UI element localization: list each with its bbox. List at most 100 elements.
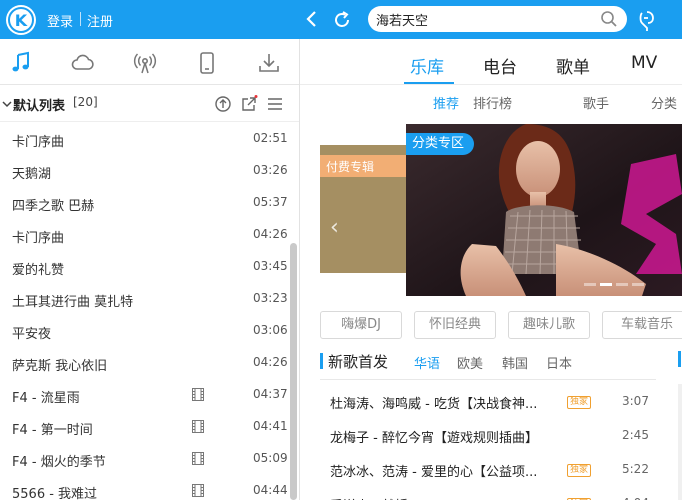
share-icon[interactable] — [240, 95, 258, 117]
song-row[interactable]: 卡门序曲 02:51 — [0, 123, 288, 155]
scrollbar-thumb[interactable] — [290, 243, 297, 500]
music-note-icon[interactable] — [9, 51, 33, 75]
song-row[interactable]: 四季之歌 巴赫 05:37 — [0, 187, 288, 219]
subtab-charts[interactable]: 排行榜 — [473, 93, 512, 112]
song-duration: 03:45 — [253, 259, 288, 273]
new-song-duration: 3:07 — [622, 394, 649, 408]
region-japanese[interactable]: 日本 — [546, 353, 572, 372]
new-song-row[interactable]: 杜海涛、海鸣威 - 吃货【决战食神... 独家 3:07 — [320, 384, 656, 418]
new-song-name: 乔洋尘 - 就婚 — [330, 495, 408, 500]
divider — [300, 84, 682, 85]
carousel-dot[interactable] — [584, 283, 596, 286]
exclusive-badge: 独家 — [567, 396, 592, 409]
chevron-down-icon[interactable] — [2, 98, 12, 113]
tab-mv[interactable]: MV — [631, 53, 657, 73]
subtab-recommend[interactable]: 推荐 — [433, 93, 459, 112]
song-name: 萨克斯 我心依旧 — [12, 359, 108, 374]
exclusive-badge: 独家 — [567, 464, 592, 477]
back-arrow-icon[interactable] — [302, 9, 322, 33]
divider — [320, 379, 656, 380]
subtab-singers[interactable]: 歌手 — [583, 93, 609, 112]
mv-film-icon[interactable] — [192, 420, 204, 437]
song-duration: 03:23 — [253, 291, 288, 305]
region-korean[interactable]: 韩国 — [502, 353, 528, 372]
device-icon[interactable] — [195, 51, 219, 75]
song-row[interactable]: 平安夜 03:06 — [0, 315, 288, 347]
mv-film-icon[interactable] — [192, 484, 204, 500]
new-song-row[interactable]: 龙梅子 - 醉忆今宵【遊戏规则插曲】 2:45 — [320, 418, 656, 452]
song-row[interactable]: 天鹅湖 03:26 — [0, 155, 288, 187]
top-bar: K 登录 注册 — [0, 0, 682, 39]
divider — [80, 12, 81, 26]
song-duration: 02:51 — [253, 131, 288, 145]
song-duration: 04:44 — [253, 483, 288, 497]
chip-dj[interactable]: 嗨爆DJ — [320, 311, 402, 339]
banner-paid-album[interactable]: 付费专辑 ‹ — [320, 145, 406, 273]
new-song-row[interactable]: 范冰冰、范涛 - 爱里的心【公益项... 独家 5:22 — [320, 452, 656, 486]
search-icon[interactable] — [600, 10, 618, 32]
song-row[interactable]: 爱的礼赞 03:45 — [0, 251, 288, 283]
menu-icon[interactable] — [266, 95, 284, 117]
song-name: 爱的礼赞 — [12, 263, 65, 278]
song-row[interactable]: F4 - 烟火的季节 05:09 — [0, 443, 288, 475]
new-song-name: 杜海涛、海鸣威 - 吃货【决战食神... — [330, 397, 538, 412]
song-name: 5566 - 我难过 — [12, 487, 98, 500]
song-row[interactable]: 卡门序曲 04:26 — [0, 219, 288, 251]
new-song-name: 范冰冰、范涛 - 爱里的心【公益项... — [330, 465, 538, 480]
song-name: 卡门序曲 — [12, 231, 65, 246]
region-western[interactable]: 欧美 — [457, 353, 483, 372]
kugou-logo[interactable]: K — [6, 5, 36, 35]
new-song-row[interactable]: 乔洋尘 - 就婚独家4:04 — [320, 486, 656, 500]
subtab-categories[interactable]: 分类 — [651, 93, 677, 112]
register-link[interactable]: 注册 — [87, 11, 113, 30]
mv-film-icon[interactable] — [192, 388, 204, 405]
song-name: 土耳其进行曲 莫扎特 — [12, 295, 134, 310]
search-input[interactable] — [376, 10, 596, 28]
banner-category-tag: 分类专区 — [406, 133, 475, 155]
locate-icon[interactable] — [214, 95, 232, 117]
scrollbar[interactable] — [288, 123, 299, 500]
voice-search-icon[interactable] — [636, 8, 658, 36]
refresh-icon[interactable] — [331, 9, 353, 35]
list-count: [20] — [73, 95, 98, 109]
song-duration: 04:26 — [253, 227, 288, 241]
song-duration: 03:06 — [253, 323, 288, 337]
radio-icon[interactable] — [133, 51, 157, 75]
cloud-icon[interactable] — [71, 51, 95, 75]
song-row[interactable]: 5566 - 我难过 04:44 — [0, 475, 288, 500]
section-marker — [678, 351, 681, 367]
main-panel: 乐库 电台 歌单 MV 推荐 排行榜 歌手 分类 付费专辑 ‹ 分类专区 嗨爆D… — [300, 39, 682, 500]
song-duration: 04:37 — [253, 387, 288, 401]
new-song-name: 龙梅子 - 醉忆今宵【遊戏规则插曲】 — [330, 431, 538, 446]
tab-playlists[interactable]: 歌单 — [556, 53, 590, 78]
song-row[interactable]: 土耳其进行曲 莫扎特 03:23 — [0, 283, 288, 315]
new-song-duration: 4:04 — [622, 496, 649, 500]
left-tab-bar — [0, 39, 299, 85]
region-chinese[interactable]: 华语 — [414, 353, 440, 372]
song-name: 四季之歌 巴赫 — [12, 199, 95, 214]
carousel-dot[interactable] — [616, 283, 628, 286]
song-list: 卡门序曲 02:51 天鹅湖 03:26 四季之歌 巴赫 05:37 卡门序曲 04:26 爱的… — [0, 123, 288, 500]
carousel-dot[interactable] — [632, 283, 644, 286]
download-icon[interactable] — [257, 51, 281, 75]
chip-classic[interactable]: 怀旧经典 — [414, 311, 496, 339]
new-song-duration: 2:45 — [622, 428, 649, 442]
chevron-left-icon[interactable]: ‹ — [330, 215, 339, 240]
song-name: 卡门序曲 — [12, 135, 65, 150]
list-header[interactable]: 默认列表 [20] — [0, 86, 299, 122]
list-title: 默认列表 — [13, 99, 66, 114]
song-row[interactable]: 萨克斯 我心依旧 04:26 — [0, 347, 288, 379]
tab-radio[interactable]: 电台 — [483, 53, 517, 78]
chip-car-music[interactable]: 车载音乐 — [602, 311, 682, 339]
chip-kids[interactable]: 趣味儿歌 — [508, 311, 590, 339]
song-name: F4 - 烟火的季节 — [12, 455, 106, 470]
song-row[interactable]: F4 - 流星雨 04:37 — [0, 379, 288, 411]
new-songs-title: 新歌首发 — [328, 353, 389, 371]
banner-category-zone[interactable]: 分类专区 — [406, 124, 682, 296]
song-row[interactable]: F4 - 第一时间 04:41 — [0, 411, 288, 443]
song-duration: 03:26 — [253, 163, 288, 177]
carousel-dot-active[interactable] — [600, 283, 612, 286]
login-link[interactable]: 登录 — [47, 11, 73, 30]
mv-film-icon[interactable] — [192, 452, 204, 469]
tab-library[interactable]: 乐库 — [410, 53, 444, 78]
